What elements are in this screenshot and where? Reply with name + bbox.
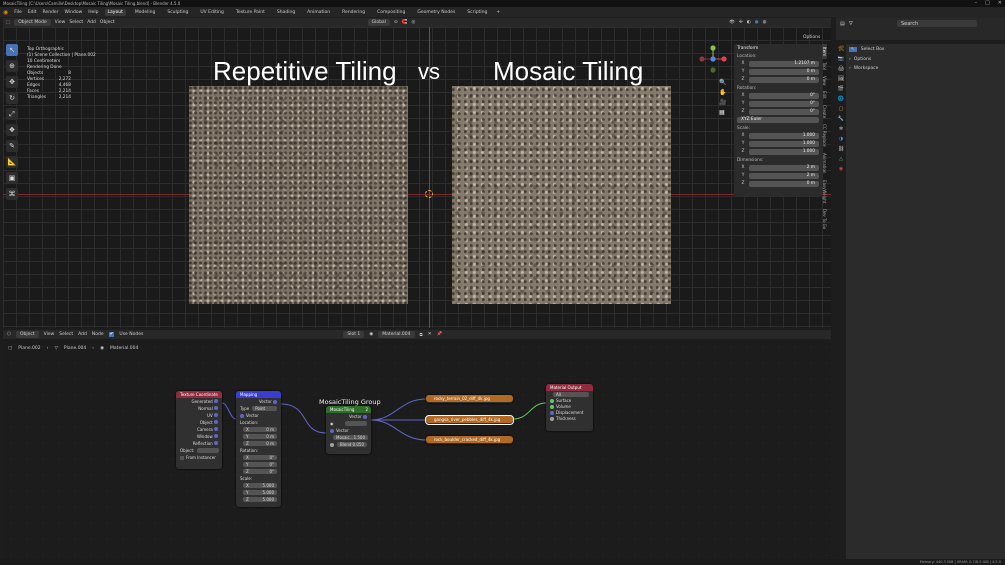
input-thickness[interactable]: Thickness [546,416,593,422]
mapping-location-x[interactable]: X0 m [236,426,281,433]
output-uv[interactable]: UV [176,412,218,419]
mapping-node[interactable]: Mapping Vector Type Point Vector Location… [236,391,281,507]
mapping-location-label: Location: [240,420,259,425]
image-texture-node-1[interactable]: rocky_terrain_02_diff_4k.jpg [426,395,513,403]
mapping-scale-z[interactable]: Z 5.000 [236,496,281,503]
link-tex2-to-output [512,402,547,420]
mapping-rotation-label: Rotation: [240,448,259,453]
from-instancer-checkbox[interactable]: From Instancer [176,454,222,461]
image-texture-node-2[interactable]: gangsa_river_pebbles_diff_4k.jpg [425,415,514,425]
mapping-location-z[interactable]: Z0 m [236,440,281,447]
link-generated-to-mapping [221,402,237,420]
image-texture-node-3[interactable]: rock_boulder_cracked_diff_4k.jpg [426,436,513,444]
group-preview-row: ◉ [326,420,371,427]
mosaic-scale-field[interactable]: Mosaic... 1.500 [326,434,371,441]
mapping-scale-y[interactable]: Y 5.000 [236,489,281,496]
material-output-node[interactable]: Material Output All Surface Volume Displ… [546,384,593,431]
mapping-rotation-z[interactable]: Z 0° [236,468,281,475]
link-mapping-to-group [280,403,327,434]
mapping-scale-label: Scale: [240,476,253,481]
mapping-scale-x[interactable]: X 5.000 [236,482,281,489]
texture-coordinate-title: Texture Coordinate [176,391,222,398]
material-output-title: Material Output [546,384,593,391]
blend-field[interactable]: Blend 0.050 [326,441,371,448]
mapping-rotation-y[interactable]: Y 0° [236,461,281,468]
group-output-vector[interactable]: Vector [326,413,371,420]
status-memory: Memory: 440.3 MiB | VRAM: 0.7/8.0 GiB | … [919,560,1001,564]
object-field[interactable]: Object: [176,447,222,454]
output-generated[interactable]: Generated [176,398,218,405]
output-reflection[interactable]: Reflection [176,440,218,447]
output-target-dropdown[interactable]: All [546,391,593,398]
status-bar: Memory: 440.3 MiB | VRAM: 0.7/8.0 GiB | … [0,559,1005,565]
group-input-vector[interactable]: Vector [326,427,371,434]
image-texture-3-title: rock_boulder_cracked_diff_4k.jpg [426,436,513,443]
group-users-count: 2 [365,407,368,412]
mapping-output-vector[interactable]: Vector [236,398,281,405]
image-texture-1-title: rocky_terrain_02_diff_4k.jpg [426,395,513,402]
output-normal[interactable]: Normal [176,405,218,412]
group-datablock-name[interactable]: MosaicTiling [330,406,354,413]
image-texture-2-title: gangsa_river_pebbles_diff_4k.jpg [426,416,513,423]
mosaic-tiling-group-node[interactable]: MosaicTiling 2 Vector ◉ Vector Mosaic...… [326,406,371,454]
output-window[interactable]: Window [176,433,218,440]
link-group-to-tex3 [370,419,427,441]
mapping-location-y[interactable]: Y0 m [236,433,281,440]
mapping-rotation-x[interactable]: X 0° [236,454,281,461]
output-camera[interactable]: Camera [176,426,218,433]
group-sphere-icon: ◉ [330,421,334,426]
mapping-title: Mapping [236,391,281,398]
mapping-input-vector[interactable]: Vector [236,412,281,419]
group-frame-label: MosaicTiling Group [319,398,381,406]
group-node-header: MosaicTiling 2 [326,406,371,413]
node-links [221,398,547,441]
output-object[interactable]: Object [176,419,218,426]
texture-coordinate-node[interactable]: Texture Coordinate Generated Normal UV O… [176,391,222,469]
mapping-type-dropdown[interactable]: Type Point [236,405,281,412]
